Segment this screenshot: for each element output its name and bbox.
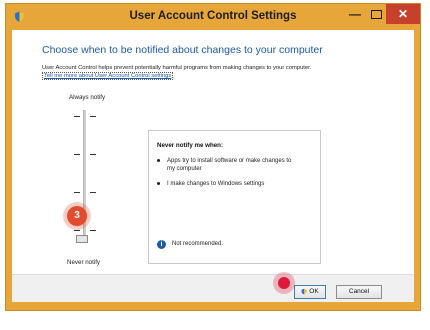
slider-tick-left — [74, 154, 80, 156]
slider-thumb[interactable] — [76, 235, 88, 243]
admin-shield-icon — [301, 288, 307, 295]
button-bar: OK Cancel — [12, 275, 414, 302]
recommendation-note: Not recommended. — [172, 241, 224, 247]
minimize-button[interactable]: — — [344, 4, 366, 24]
bullet-text: I make changes to Windows settings — [167, 181, 265, 187]
maximize-icon — [370, 10, 382, 19]
page-heading: Choose when to be notified about changes… — [42, 44, 323, 56]
bullet-item: I make changes to Windows settings — [157, 180, 292, 188]
title-bar[interactable]: User Account Control Settings — ✕ — [6, 4, 420, 30]
slider-tick-left — [74, 230, 80, 232]
bullet-dot-icon — [157, 158, 160, 162]
help-link[interactable]: Tell me more about User Account Control … — [42, 72, 174, 80]
click-indicator — [278, 277, 290, 289]
maximize-button[interactable] — [368, 4, 384, 24]
step-number-badge: 3 — [67, 206, 87, 226]
bullet-item: Apps try to install software or make cha… — [157, 157, 292, 173]
slider-tick-right — [90, 116, 96, 118]
level-description-panel: Never notify me when: Apps try to instal… — [148, 130, 321, 264]
info-icon: i — [157, 240, 166, 249]
bullet-text: Apps try to install software or make cha… — [167, 158, 292, 172]
slider-tick-left — [74, 116, 80, 118]
slider-tick-right — [90, 230, 96, 232]
slider-top-label: Always notify — [69, 94, 106, 101]
cancel-button[interactable]: Cancel — [336, 285, 382, 299]
ok-label: OK — [309, 288, 319, 295]
panel-title: Never notify me when: — [157, 142, 224, 149]
close-button[interactable]: ✕ — [386, 4, 420, 24]
slider-tick-right — [90, 192, 96, 194]
description-text: User Account Control helps prevent poten… — [42, 65, 312, 71]
dialog-body: Choose when to be notified about changes… — [12, 30, 414, 302]
ok-button[interactable]: OK — [294, 285, 326, 299]
slider-tick-right — [90, 154, 96, 156]
slider-tick-left — [74, 192, 80, 194]
slider-bottom-label: Never notify — [67, 259, 101, 266]
bullet-dot-icon — [157, 181, 160, 185]
uac-window: User Account Control Settings — ✕ Choose… — [6, 4, 420, 310]
